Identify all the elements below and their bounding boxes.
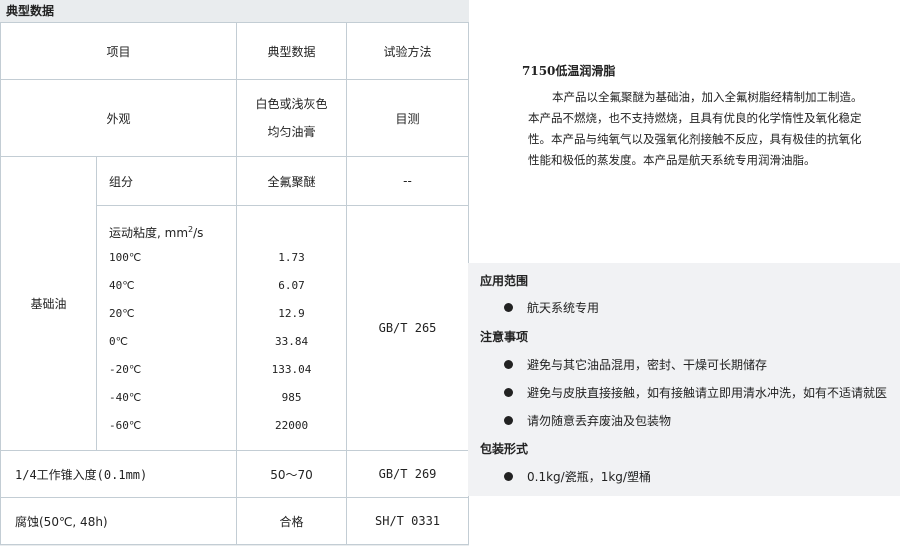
viscosity-temp: -20℃ — [109, 363, 142, 376]
bullet-icon — [504, 472, 513, 481]
appearance-value: 白色或浅灰色 均匀油膏 — [236, 79, 348, 157]
viscosity-value: 33.84 — [274, 335, 309, 348]
table-row: 基础油 组分 全氟聚醚 -- — [0, 156, 470, 451]
viscosity-unit-suffix: /s — [193, 226, 204, 240]
cone-penetration-method: GB/T 269 — [346, 450, 470, 498]
section-title: 典型数据 — [6, 4, 55, 18]
viscosity-method: GB/T 265 — [346, 205, 470, 451]
notes-item-text: 避免与皮肤直接接触，如有接触请立即用清水冲洗，如有不适请就医 — [527, 386, 888, 400]
list-item: 航天系统专用 — [504, 299, 599, 316]
viscosity-value: 6.07 — [278, 279, 305, 292]
table-row: 1/4工作锥入度(0.1mm) 50～70 GB/T 269 — [0, 450, 470, 498]
typical-data-panel: 典型数据 项目 典型数据 试验方法 外观 白色或浅灰色 均匀油膏 目测 基础油 … — [0, 0, 470, 546]
table-row: 外观 白色或浅灰色 均匀油膏 目测 — [0, 79, 470, 157]
application-item-text: 航天系统专用 — [527, 301, 600, 315]
viscosity-value: 22000 — [274, 419, 309, 432]
viscosity-temp: 20℃ — [109, 307, 135, 320]
list-item: 避免与其它油品混用，密封、干燥可长期储存 — [504, 356, 767, 373]
component-method: -- — [346, 156, 470, 206]
notes-heading: 注意事项 — [480, 330, 529, 344]
packaging-heading: 包装形式 — [480, 442, 529, 456]
header-typical-data: 典型数据 — [236, 22, 348, 80]
viscosity-value: 985 — [281, 391, 302, 404]
viscosity-temp: 0℃ — [109, 335, 128, 348]
appearance-label: 外观 — [0, 79, 238, 157]
viscosity-values: 1.73 6.07 12.9 33.84 133.04 985 22000 — [236, 205, 348, 451]
viscosity-value: 133.04 — [271, 363, 312, 376]
list-item: 避免与皮肤直接接触，如有接触请立即用清水冲洗，如有不适请就医 — [504, 384, 887, 401]
packaging-item-text: 0.1kg/瓷瓶，1kg/塑桶 — [527, 470, 651, 484]
list-item: 0.1kg/瓷瓶，1kg/塑桶 — [504, 468, 651, 485]
cone-penetration-label: 1/4工作锥入度(0.1mm) — [0, 450, 238, 498]
product-description: 本产品以全氟聚醚为基础油，加入全氟树脂经精制加工制造。本产品不燃烧，也不支持燃烧… — [528, 90, 863, 167]
viscosity-temp: -60℃ — [109, 419, 142, 432]
viscosity-temp: 40℃ — [109, 279, 135, 292]
bullet-icon — [504, 360, 513, 369]
product-title: 7150低温润滑脂 — [522, 64, 616, 78]
bullet-icon — [504, 388, 513, 397]
application-heading: 应用范围 — [480, 274, 529, 288]
viscosity-temp: 100℃ — [109, 251, 142, 264]
viscosity-label-text: 运动粘度, mm — [109, 226, 189, 240]
viscosity-spacer — [237, 216, 346, 244]
corrosion-value: 合格 — [236, 497, 348, 545]
notes-item-text: 避免与其它油品混用，密封、干燥可长期储存 — [527, 358, 768, 372]
header-test-method: 试验方法 — [346, 22, 470, 80]
table-row: 腐蚀(50℃, 48h) 合格 SH/T 0331 — [0, 497, 470, 545]
appearance-value-line1: 白色或浅灰色 — [255, 97, 328, 111]
component-label: 组分 — [95, 156, 238, 206]
viscosity-value: 12.9 — [278, 307, 305, 320]
header-item: 项目 — [0, 22, 238, 80]
notes-item-text: 请勿随意丢弃废油及包装物 — [527, 414, 672, 428]
bullet-icon — [504, 303, 513, 312]
corrosion-label: 腐蚀(50℃, 48h) — [0, 497, 238, 545]
usage-panel: 应用范围 航天系统专用 注意事项 避免与其它油品混用，密封、干燥可长期储存 避免… — [468, 263, 900, 496]
appearance-method: 目测 — [346, 79, 470, 157]
viscosity-temp: -40℃ — [109, 391, 142, 404]
cone-penetration-value: 50～70 — [236, 450, 348, 498]
bullet-icon — [504, 416, 513, 425]
viscosity-labels: 运动粘度, mm2/s 100℃ 40℃ 20℃ 0℃ -20℃ -40℃ -6… — [95, 205, 238, 451]
base-oil-label: 基础油 — [0, 156, 97, 451]
appearance-value-line2: 均匀油膏 — [267, 125, 316, 139]
component-value: 全氟聚醚 — [236, 156, 348, 206]
list-item: 请勿随意丢弃废油及包装物 — [504, 412, 671, 429]
viscosity-label: 运动粘度, mm2/s — [109, 216, 236, 244]
typical-data-table: 项目 典型数据 试验方法 外观 白色或浅灰色 均匀油膏 目测 基础油 组分 全氟… — [0, 22, 470, 545]
viscosity-value: 1.73 — [278, 251, 305, 264]
product-intro: 7150低温润滑脂 本产品以全氟聚醚为基础油，加入全氟树脂经精制加工制造。本产品… — [522, 62, 882, 171]
corrosion-method: SH/T 0331 — [346, 497, 470, 545]
table-header-row: 项目 典型数据 试验方法 — [0, 22, 470, 80]
